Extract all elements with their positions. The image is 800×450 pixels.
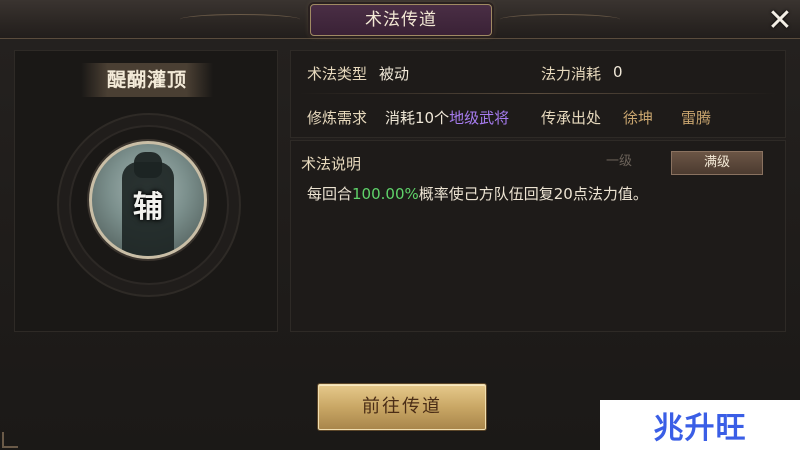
info-divider xyxy=(299,93,777,94)
tab-level-1[interactable]: 一级 xyxy=(579,151,659,173)
portrait-glyph: 辅 xyxy=(133,190,163,225)
left-ornament xyxy=(180,14,300,25)
cost-value: 0 xyxy=(613,63,623,81)
cost-label: 法力消耗 xyxy=(541,65,602,83)
window-title: 术法传道 xyxy=(310,4,492,36)
close-icon[interactable]: ✕ xyxy=(764,3,796,38)
tab-max-level[interactable]: 满级 xyxy=(671,151,763,175)
skill-name: 醍醐灌顶 xyxy=(81,63,213,97)
go-teach-button[interactable]: 前往传道 xyxy=(318,384,486,430)
skill-window: 术法传道 ✕ 醍醐灌顶 辅 术法类型 被动 法力消耗 0 修炼需求 消耗10个地… xyxy=(0,0,800,450)
watermark-text: 兆升旺 xyxy=(653,411,747,446)
skill-emblem-panel: 醍醐灌顶 辅 xyxy=(14,50,278,332)
requirement-value: 消耗10个地级武将 xyxy=(385,107,509,128)
type-value: 被动 xyxy=(379,65,410,83)
description-before: 每回合 xyxy=(307,185,353,203)
description-text: 每回合100.00%概率使己方队伍回复20点法力值。 xyxy=(307,183,648,204)
type-label: 术法类型 xyxy=(307,65,368,83)
source-label: 传承出处 xyxy=(541,109,602,127)
requirement-prefix: 消耗10个 xyxy=(385,109,450,127)
description-panel: 术法说明 一级 满级 每回合100.00%概率使己方队伍回复20点法力值。 xyxy=(290,140,786,332)
requirement-label: 修炼需求 xyxy=(307,109,368,127)
description-after: 概率使己方队伍回复20点法力值。 xyxy=(418,185,648,203)
source-link-1[interactable]: 徐坤 xyxy=(623,107,653,128)
title-bar: 术法传道 ✕ xyxy=(0,0,800,39)
skill-portrait: 辅 xyxy=(89,141,207,259)
source-link-2[interactable]: 雷腾 xyxy=(681,107,711,128)
corner-ornament xyxy=(2,432,18,448)
skill-info-panel: 术法类型 被动 法力消耗 0 修炼需求 消耗10个地级武将 传承出处 徐坤 雷腾 xyxy=(290,50,786,138)
right-ornament xyxy=(500,14,620,25)
requirement-highlight: 地级武将 xyxy=(449,109,510,127)
description-title: 术法说明 xyxy=(301,155,362,173)
description-percent: 100.00% xyxy=(352,185,419,203)
watermark-logo: 兆升旺 xyxy=(600,400,800,450)
